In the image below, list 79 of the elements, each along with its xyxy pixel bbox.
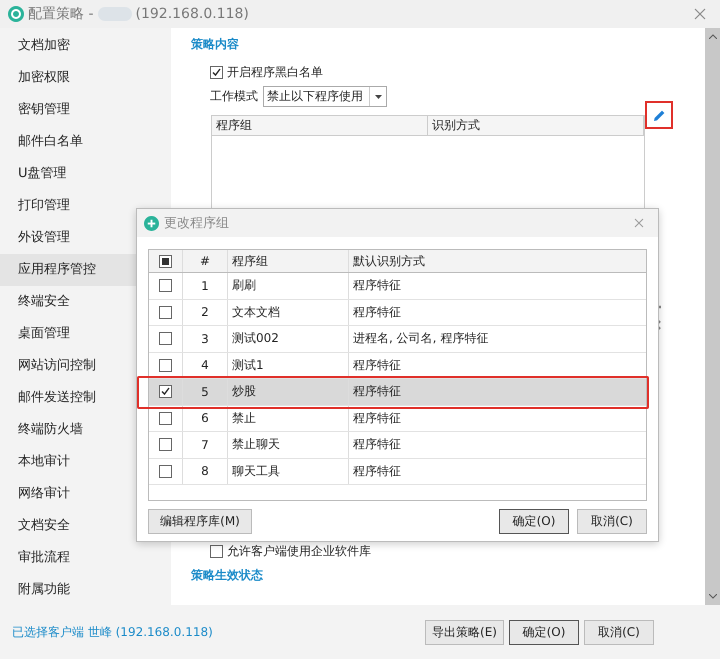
- column-header: #: [200, 254, 210, 268]
- window-title: 配置策略 -: [28, 5, 94, 23]
- section-title: 策略内容: [191, 36, 240, 53]
- dialog-title: 更改程序组: [164, 215, 229, 232]
- table-cell: 程序特征: [353, 304, 401, 321]
- column-header: 默认识别方式: [353, 252, 425, 270]
- checkbox[interactable]: [159, 279, 172, 292]
- table-cell: 禁止: [232, 410, 256, 427]
- table-cell: 程序特征: [353, 410, 401, 427]
- table-cell: 测试1: [232, 356, 264, 374]
- sidebar-item[interactable]: 加密权限: [0, 62, 172, 94]
- column-header: 识别方式: [428, 116, 644, 135]
- window-title-address: (192.168.0.118): [136, 6, 249, 22]
- checkbox-label: 允许客户端使用企业软件库: [227, 542, 372, 560]
- checkbox[interactable]: [159, 332, 172, 346]
- scrollbar[interactable]: [705, 28, 720, 605]
- table-cell: 程序特征: [353, 356, 401, 374]
- checkbox[interactable]: [210, 544, 224, 558]
- button[interactable]: 取消(C): [584, 620, 654, 644]
- table-row[interactable]: 6 禁止 程序特征: [149, 406, 646, 432]
- sidebar-item[interactable]: 邮件白名单: [0, 126, 172, 158]
- edit-pencil-icon[interactable]: [652, 108, 666, 122]
- sidebar-item[interactable]: 密钥管理: [0, 94, 172, 126]
- work-mode-dropdown[interactable]: 禁止以下程序使用: [263, 86, 388, 107]
- table-cell: 5: [201, 384, 209, 399]
- app-logo-icon: [8, 6, 24, 22]
- table-cell: 刷刷: [232, 277, 256, 294]
- checkbox[interactable]: [159, 358, 172, 372]
- checkbox[interactable]: [210, 66, 224, 79]
- button[interactable]: 导出策略(E): [425, 620, 504, 644]
- checkbox[interactable]: [159, 385, 172, 398]
- selected-client-text: 已选择客户端 世峰 (192.168.0.118): [12, 624, 213, 640]
- table-cell: 8: [201, 464, 209, 478]
- table-cell: 测试002: [232, 330, 279, 348]
- sidebar-item[interactable]: 附属功能: [0, 574, 172, 606]
- table-cell: 聊天工具: [232, 462, 280, 480]
- select-all-checkbox[interactable]: [159, 254, 172, 268]
- table-row[interactable]: 5 炒股 程序特征: [149, 379, 646, 406]
- dropdown-caret-icon: [374, 94, 382, 98]
- button[interactable]: 确定(O): [509, 620, 579, 644]
- table-row[interactable]: 8 聊天工具 程序特征: [149, 458, 646, 485]
- table-cell: 进程名, 公司名, 程序特征: [353, 330, 488, 348]
- table-cell: 3: [201, 332, 209, 346]
- table-row[interactable]: 1 刷刷 程序特征: [149, 273, 646, 300]
- table-cell: 禁止聊天: [232, 436, 280, 454]
- column-header: 程序组: [232, 252, 268, 270]
- table-cell: 7: [201, 438, 209, 452]
- table-cell: 炒股: [232, 383, 256, 400]
- checkbox[interactable]: [159, 438, 172, 452]
- button[interactable]: 编辑程序库(M): [148, 509, 252, 534]
- table-row[interactable]: 2 文本文档 程序特征: [149, 300, 646, 326]
- table-cell: 文本文档: [232, 304, 280, 321]
- sidebar-item[interactable]: 审批流程: [0, 542, 172, 574]
- table-row[interactable]: 7 禁止聊天 程序特征: [149, 432, 646, 458]
- button[interactable]: 取消(C): [577, 509, 647, 534]
- table-cell: 程序特征: [353, 277, 401, 294]
- table-cell: 4: [201, 358, 209, 372]
- table-cell: 程序特征: [353, 383, 401, 400]
- sidebar-item[interactable]: U盘管理: [0, 158, 172, 190]
- close-icon[interactable]: [694, 8, 706, 20]
- checkbox[interactable]: [159, 412, 172, 425]
- scroll-up-icon[interactable]: [708, 34, 717, 39]
- table-cell: 6: [201, 411, 209, 426]
- close-icon[interactable]: [634, 218, 644, 228]
- section-title: 策略生效状态: [191, 567, 264, 584]
- table-cell: 程序特征: [353, 462, 401, 480]
- table-cell: 程序特征: [353, 436, 401, 454]
- checkbox[interactable]: [159, 464, 172, 478]
- table-cell: 2: [201, 305, 209, 320]
- checkbox[interactable]: [159, 306, 172, 319]
- table-row[interactable]: 3 测试002 进程名, 公司名, 程序特征: [149, 326, 646, 352]
- column-header: 程序组: [212, 116, 428, 135]
- work-mode-label: 工作模式: [210, 88, 258, 105]
- sidebar-item[interactable]: 文档加密: [0, 30, 172, 62]
- app-logo-icon: [144, 216, 159, 230]
- button[interactable]: 确定(O): [499, 509, 569, 534]
- table-cell: 1: [201, 278, 209, 293]
- scroll-down-icon[interactable]: [708, 594, 717, 599]
- checkbox-label: 开启程序黑白名单: [227, 64, 324, 81]
